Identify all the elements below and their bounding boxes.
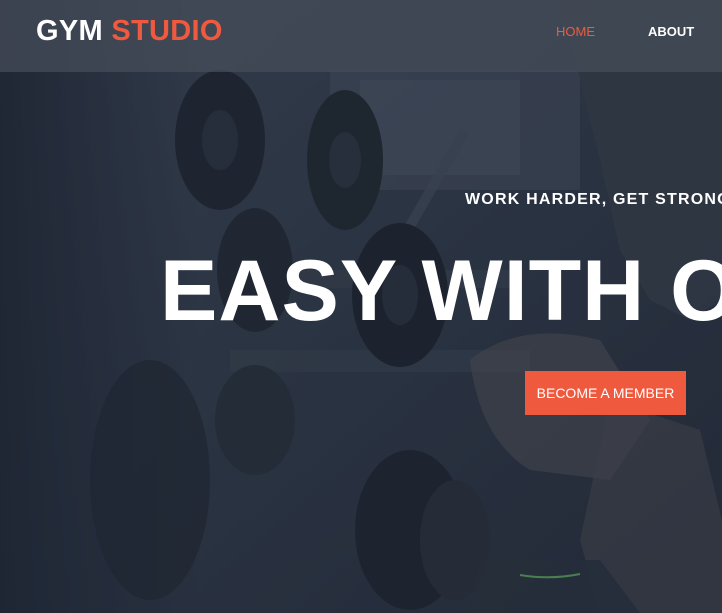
- top-navbar: GYM STUDIO HOME ABOUT: [0, 0, 722, 72]
- logo-word-gym: GYM: [36, 15, 103, 47]
- logo-word-studio: STUDIO: [111, 15, 223, 47]
- hero-headline: EASY WITH OUR GYM: [160, 246, 722, 336]
- become-member-button[interactable]: BECOME A MEMBER: [525, 371, 686, 415]
- site-logo[interactable]: GYM STUDIO: [36, 14, 223, 48]
- nav-link-about[interactable]: ABOUT: [648, 25, 694, 39]
- hero-section: GYM STUDIO HOME ABOUT WORK HARDER, GET S…: [0, 0, 722, 613]
- hero-tagline: WORK HARDER, GET STRONG: [465, 191, 722, 208]
- nav-link-home[interactable]: HOME: [556, 25, 595, 39]
